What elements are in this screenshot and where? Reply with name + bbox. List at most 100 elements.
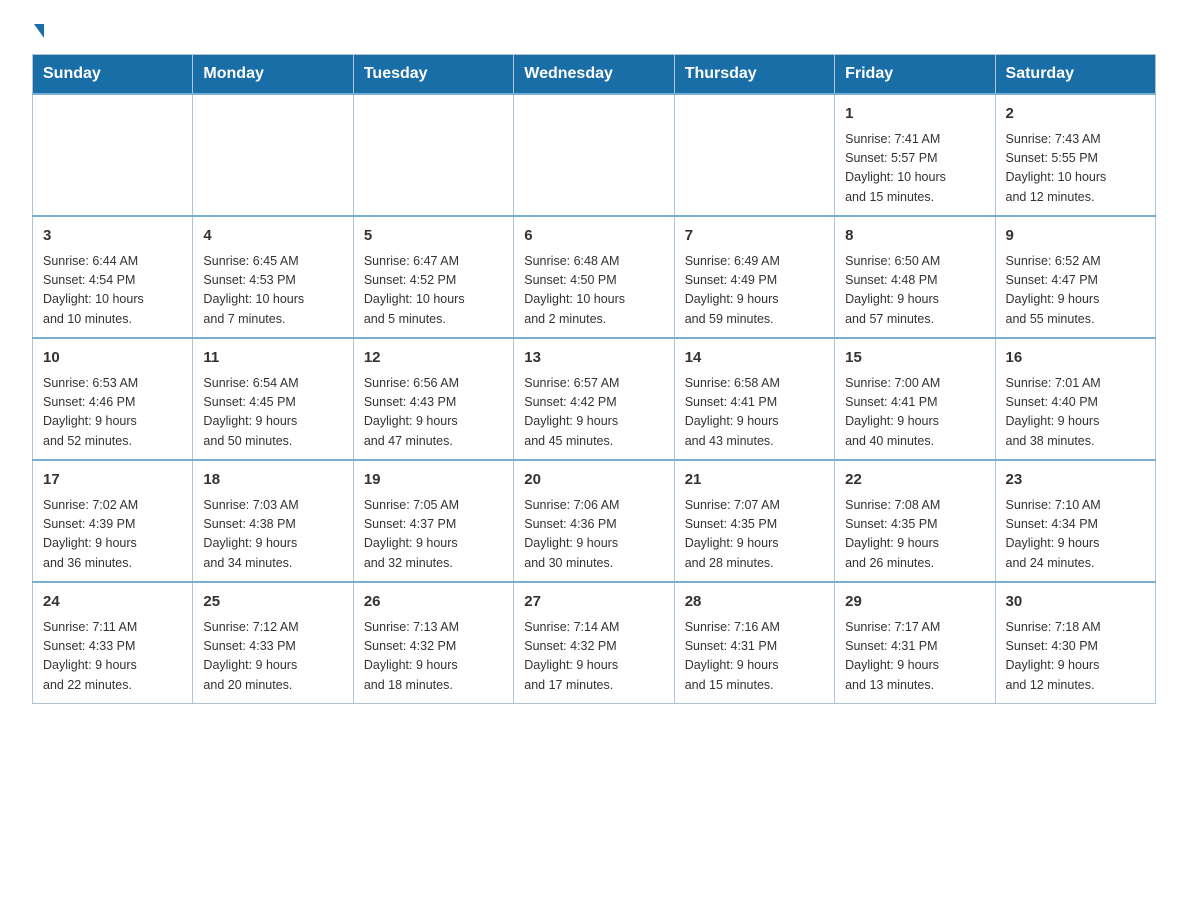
calendar-cell: 29 Sunrise: 7:17 AM Sunset: 4:31 PM Dayli…: [835, 582, 995, 704]
calendar-cell: 2 Sunrise: 7:43 AM Sunset: 5:55 PM Daylig…: [995, 94, 1155, 216]
calendar-cell: [33, 94, 193, 216]
day-number: 9: [1006, 225, 1145, 248]
calendar-cell: [193, 94, 353, 216]
logo: [32, 24, 44, 38]
day-number: 7: [685, 225, 824, 248]
calendar-cell: 4 Sunrise: 6:45 AM Sunset: 4:53 PM Daylig…: [193, 216, 353, 338]
day-info: Sunrise: 6:58 AM Sunset: 4:41 PM Dayligh…: [685, 374, 824, 452]
day-info: Sunrise: 6:44 AM Sunset: 4:54 PM Dayligh…: [43, 252, 182, 330]
day-number: 17: [43, 469, 182, 492]
calendar-cell: [353, 94, 513, 216]
day-number: 24: [43, 591, 182, 614]
weekday-header-saturday: Saturday: [995, 55, 1155, 95]
day-info: Sunrise: 6:48 AM Sunset: 4:50 PM Dayligh…: [524, 252, 663, 330]
calendar-cell: 6Sunrise: 6:48 AM Sunset: 4:50 PM Daylig…: [514, 216, 674, 338]
calendar-week-row: 17 Sunrise: 7:02 AM Sunset: 4:39 PM Dayli…: [33, 460, 1156, 582]
calendar-cell: 20 Sunrise: 7:06 AM Sunset: 4:36 PM Dayli…: [514, 460, 674, 582]
day-number: 5: [364, 225, 503, 248]
day-number: 1: [845, 103, 984, 126]
day-info: Sunrise: 7:08 AM Sunset: 4:35 PM Dayligh…: [845, 496, 984, 574]
day-number: 16: [1006, 347, 1145, 370]
day-number: 22: [845, 469, 984, 492]
calendar-cell: 23 Sunrise: 7:10 AM Sunset: 4:34 PM Dayli…: [995, 460, 1155, 582]
calendar-cell: 22 Sunrise: 7:08 AM Sunset: 4:35 PM Dayli…: [835, 460, 995, 582]
calendar-cell: 25 Sunrise: 7:12 AM Sunset: 4:33 PM Dayli…: [193, 582, 353, 704]
day-number: 8: [845, 225, 984, 248]
day-number: 25: [203, 591, 342, 614]
day-info: Sunrise: 7:12 AM Sunset: 4:33 PM Dayligh…: [203, 618, 342, 696]
weekday-header-wednesday: Wednesday: [514, 55, 674, 95]
day-info: Sunrise: 7:17 AM Sunset: 4:31 PM Dayligh…: [845, 618, 984, 696]
day-info: Sunrise: 7:18 AM Sunset: 4:30 PM Dayligh…: [1006, 618, 1145, 696]
calendar-cell: 10 Sunrise: 6:53 AM Sunset: 4:46 PM Dayli…: [33, 338, 193, 460]
weekday-header-sunday: Sunday: [33, 55, 193, 95]
day-number: 20: [524, 469, 663, 492]
calendar-week-row: 10 Sunrise: 6:53 AM Sunset: 4:46 PM Dayli…: [33, 338, 1156, 460]
day-info: Sunrise: 7:01 AM Sunset: 4:40 PM Dayligh…: [1006, 374, 1145, 452]
calendar-cell: 21 Sunrise: 7:07 AM Sunset: 4:35 PM Dayli…: [674, 460, 834, 582]
calendar-cell: [674, 94, 834, 216]
calendar-cell: 18 Sunrise: 7:03 AM Sunset: 4:38 PM Dayli…: [193, 460, 353, 582]
calendar-cell: 3 Sunrise: 6:44 AM Sunset: 4:54 PM Daylig…: [33, 216, 193, 338]
day-number: 23: [1006, 469, 1145, 492]
day-info: Sunrise: 7:06 AM Sunset: 4:36 PM Dayligh…: [524, 496, 663, 574]
day-info: Sunrise: 6:49 AM Sunset: 4:49 PM Dayligh…: [685, 252, 824, 330]
day-info: Sunrise: 6:57 AM Sunset: 4:42 PM Dayligh…: [524, 374, 663, 452]
day-info: Sunrise: 6:52 AM Sunset: 4:47 PM Dayligh…: [1006, 252, 1145, 330]
calendar-cell: 27 Sunrise: 7:14 AM Sunset: 4:32 PM Dayli…: [514, 582, 674, 704]
day-info: Sunrise: 7:11 AM Sunset: 4:33 PM Dayligh…: [43, 618, 182, 696]
calendar-cell: 16 Sunrise: 7:01 AM Sunset: 4:40 PM Dayli…: [995, 338, 1155, 460]
calendar-cell: 24 Sunrise: 7:11 AM Sunset: 4:33 PM Dayli…: [33, 582, 193, 704]
day-info: Sunrise: 7:43 AM Sunset: 5:55 PM Dayligh…: [1006, 130, 1145, 208]
day-info: Sunrise: 6:56 AM Sunset: 4:43 PM Dayligh…: [364, 374, 503, 452]
page-header: [32, 24, 1156, 38]
calendar-cell: [514, 94, 674, 216]
calendar-cell: 14 Sunrise: 6:58 AM Sunset: 4:41 PM Dayli…: [674, 338, 834, 460]
day-number: 10: [43, 347, 182, 370]
calendar-cell: 12 Sunrise: 6:56 AM Sunset: 4:43 PM Dayli…: [353, 338, 513, 460]
weekday-header-tuesday: Tuesday: [353, 55, 513, 95]
day-number: 29: [845, 591, 984, 614]
day-number: 15: [845, 347, 984, 370]
weekday-header-monday: Monday: [193, 55, 353, 95]
calendar-cell: 13 Sunrise: 6:57 AM Sunset: 4:42 PM Dayli…: [514, 338, 674, 460]
day-number: 4: [203, 225, 342, 248]
day-number: 14: [685, 347, 824, 370]
day-info: Sunrise: 6:50 AM Sunset: 4:48 PM Dayligh…: [845, 252, 984, 330]
calendar-cell: 7 Sunrise: 6:49 AM Sunset: 4:49 PM Daylig…: [674, 216, 834, 338]
day-info: Sunrise: 7:03 AM Sunset: 4:38 PM Dayligh…: [203, 496, 342, 574]
day-info: Sunrise: 7:05 AM Sunset: 4:37 PM Dayligh…: [364, 496, 503, 574]
calendar-cell: 15 Sunrise: 7:00 AM Sunset: 4:41 PM Dayli…: [835, 338, 995, 460]
day-info: Sunrise: 7:02 AM Sunset: 4:39 PM Dayligh…: [43, 496, 182, 574]
calendar-cell: 8 Sunrise: 6:50 AM Sunset: 4:48 PM Daylig…: [835, 216, 995, 338]
day-info: Sunrise: 6:54 AM Sunset: 4:45 PM Dayligh…: [203, 374, 342, 452]
calendar-cell: 5 Sunrise: 6:47 AM Sunset: 4:52 PM Daylig…: [353, 216, 513, 338]
calendar-cell: 26 Sunrise: 7:13 AM Sunset: 4:32 PM Dayli…: [353, 582, 513, 704]
day-info: Sunrise: 7:00 AM Sunset: 4:41 PM Dayligh…: [845, 374, 984, 452]
calendar-week-row: 24 Sunrise: 7:11 AM Sunset: 4:33 PM Dayli…: [33, 582, 1156, 704]
calendar-cell: 19Sunrise: 7:05 AM Sunset: 4:37 PM Dayli…: [353, 460, 513, 582]
day-info: Sunrise: 7:07 AM Sunset: 4:35 PM Dayligh…: [685, 496, 824, 574]
calendar-cell: 1 Sunrise: 7:41 AM Sunset: 5:57 PM Daylig…: [835, 94, 995, 216]
day-number: 26: [364, 591, 503, 614]
day-number: 12: [364, 347, 503, 370]
weekday-header-row: SundayMondayTuesdayWednesdayThursdayFrid…: [33, 55, 1156, 95]
calendar-week-row: 1 Sunrise: 7:41 AM Sunset: 5:57 PM Daylig…: [33, 94, 1156, 216]
day-info: Sunrise: 7:16 AM Sunset: 4:31 PM Dayligh…: [685, 618, 824, 696]
day-info: Sunrise: 6:45 AM Sunset: 4:53 PM Dayligh…: [203, 252, 342, 330]
day-info: Sunrise: 7:13 AM Sunset: 4:32 PM Dayligh…: [364, 618, 503, 696]
day-number: 28: [685, 591, 824, 614]
logo-triangle-icon: [34, 24, 44, 38]
day-number: 2: [1006, 103, 1145, 126]
day-info: Sunrise: 6:53 AM Sunset: 4:46 PM Dayligh…: [43, 374, 182, 452]
day-number: 27: [524, 591, 663, 614]
day-info: Sunrise: 7:41 AM Sunset: 5:57 PM Dayligh…: [845, 130, 984, 208]
day-info: Sunrise: 7:14 AM Sunset: 4:32 PM Dayligh…: [524, 618, 663, 696]
day-info: Sunrise: 6:47 AM Sunset: 4:52 PM Dayligh…: [364, 252, 503, 330]
day-number: 21: [685, 469, 824, 492]
day-info: Sunrise: 7:10 AM Sunset: 4:34 PM Dayligh…: [1006, 496, 1145, 574]
day-number: 18: [203, 469, 342, 492]
calendar-table: SundayMondayTuesdayWednesdayThursdayFrid…: [32, 54, 1156, 704]
day-number: 13: [524, 347, 663, 370]
day-number: 3: [43, 225, 182, 248]
